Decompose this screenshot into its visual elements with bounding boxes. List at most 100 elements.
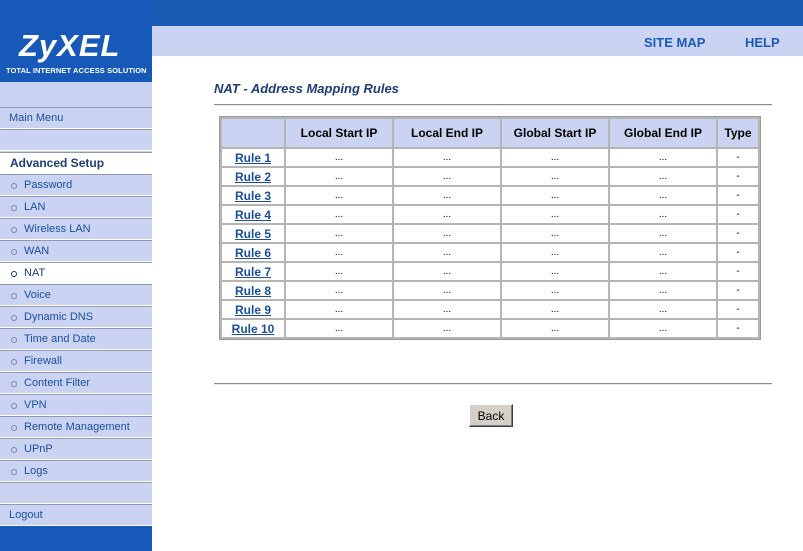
cell-global-end: ...: [610, 149, 716, 166]
rule-link[interactable]: Rule 4: [235, 208, 271, 222]
sidebar-logout-label: Logout: [9, 509, 43, 521]
cell-type: -: [718, 149, 758, 166]
bullet-icon: [11, 447, 17, 453]
sidebar-item-label: WAN: [24, 245, 50, 257]
cell-global-start: ...: [502, 206, 608, 223]
sidebar-item-time-and-date[interactable]: Time and Date: [0, 328, 152, 350]
cell-type: -: [718, 187, 758, 204]
sidebar-section-advanced-setup[interactable]: Advanced Setup: [0, 152, 152, 174]
rule-cell: Rule 4: [222, 206, 284, 223]
rule-link[interactable]: Rule 8: [235, 284, 271, 298]
bullet-icon: [11, 403, 17, 409]
sidebar-item-label: Password: [24, 179, 73, 191]
cell-global-start: ...: [502, 168, 608, 185]
table-row: Rule 3............ -: [222, 187, 758, 204]
cell-global-end: ...: [610, 187, 716, 204]
sidebar-item-remote-management[interactable]: Remote Management: [0, 416, 152, 438]
sidebar-main-menu[interactable]: Main Menu: [0, 107, 152, 129]
rule-link[interactable]: Rule 6: [235, 246, 271, 260]
sidebar-spacer-bottom: [0, 482, 152, 504]
cell-local-start: ...: [286, 244, 392, 261]
sidebar-item-upnp[interactable]: UPnP: [0, 438, 152, 460]
table-row: Rule 2............ -: [222, 168, 758, 185]
divider-top: [214, 104, 772, 106]
sidebar-item-logs[interactable]: Logs: [0, 460, 152, 482]
cell-type: -: [718, 244, 758, 261]
help-link[interactable]: HELP: [745, 35, 780, 50]
cell-global-start: ...: [502, 149, 608, 166]
cell-local-start: ...: [286, 282, 392, 299]
address-mapping-table: Local Start IP Local End IP Global Start…: [219, 116, 761, 340]
bullet-icon: [11, 227, 17, 233]
cell-local-start: ...: [286, 187, 392, 204]
sidebar-item-password[interactable]: Password: [0, 174, 152, 196]
cell-local-end: ...: [394, 187, 500, 204]
cell-global-start: ...: [502, 225, 608, 242]
rule-cell: Rule 1: [222, 149, 284, 166]
bullet-icon: [11, 359, 17, 365]
bullet-icon: [11, 183, 17, 189]
page-title: NAT - Address Mapping Rules: [214, 81, 399, 96]
logo-tagline: TOTAL INTERNET ACCESS SOLUTION: [6, 66, 147, 75]
back-button[interactable]: Back: [469, 404, 513, 427]
cell-local-start: ...: [286, 263, 392, 280]
cell-type: -: [718, 225, 758, 242]
cell-global-end: ...: [610, 282, 716, 299]
cell-local-end: ...: [394, 263, 500, 280]
sidebar-item-content-filter[interactable]: Content Filter: [0, 372, 152, 394]
cell-local-end: ...: [394, 244, 500, 261]
sidebar-item-firewall[interactable]: Firewall: [0, 350, 152, 372]
bullet-icon: [11, 315, 17, 321]
cell-local-end: ...: [394, 149, 500, 166]
cell-type: -: [718, 282, 758, 299]
sidebar-section-title: Advanced Setup: [10, 156, 105, 170]
sidebar-footer: [0, 526, 152, 551]
cell-global-end: ...: [610, 206, 716, 223]
cell-local-start: ...: [286, 168, 392, 185]
divider-bottom: [214, 383, 772, 385]
rule-link[interactable]: Rule 7: [235, 265, 271, 279]
rule-link[interactable]: Rule 10: [232, 322, 275, 336]
sidebar-spacer-top: [0, 129, 152, 151]
cell-local-start: ...: [286, 206, 392, 223]
cell-local-end: ...: [394, 282, 500, 299]
cell-global-start: ...: [502, 301, 608, 318]
sidebar-item-nat[interactable]: NAT: [0, 262, 152, 284]
cell-local-end: ...: [394, 320, 500, 337]
sidebar-item-label: Time and Date: [24, 333, 96, 345]
table-row: Rule 8............ -: [222, 282, 758, 299]
rule-link[interactable]: Rule 3: [235, 189, 271, 203]
rule-link[interactable]: Rule 9: [235, 303, 271, 317]
cell-local-end: ...: [394, 301, 500, 318]
cell-local-start: ...: [286, 301, 392, 318]
sidebar-item-label: NAT: [24, 267, 46, 279]
sidebar-item-label: Firewall: [24, 355, 62, 367]
rule-link[interactable]: Rule 2: [235, 170, 271, 184]
zyxel-logo: ZyXEL TOTAL INTERNET ACCESS SOLUTION: [0, 0, 152, 82]
site-map-link[interactable]: SITE MAP: [644, 35, 705, 50]
sidebar-item-label: Content Filter: [24, 377, 91, 389]
rule-link[interactable]: Rule 5: [235, 227, 271, 241]
cell-global-start: ...: [502, 282, 608, 299]
cell-global-end: ...: [610, 168, 716, 185]
sidebar-item-wan[interactable]: WAN: [0, 240, 152, 262]
bullet-icon: [11, 381, 17, 387]
cell-type: -: [718, 168, 758, 185]
sidebar-item-label: Voice: [24, 289, 51, 301]
sidebar-item-dynamic-dns[interactable]: Dynamic DNS: [0, 306, 152, 328]
cell-global-start: ...: [502, 263, 608, 280]
sidebar-item-label: Logs: [24, 465, 48, 477]
logo-text: ZyXEL: [19, 28, 121, 63]
sidebar-item-lan[interactable]: LAN: [0, 196, 152, 218]
sidebar-logout[interactable]: Logout: [0, 504, 152, 526]
bullet-icon: [11, 293, 17, 299]
col-header-local-end-ip: Local End IP: [394, 119, 500, 147]
rule-link[interactable]: Rule 1: [235, 151, 271, 165]
sidebar-item-wireless-lan[interactable]: Wireless LAN: [0, 218, 152, 240]
sidebar-item-vpn[interactable]: VPN: [0, 394, 152, 416]
sidebar-main-menu-label: Main Menu: [9, 112, 64, 124]
sidebar-item-voice[interactable]: Voice: [0, 284, 152, 306]
bullet-icon: [11, 469, 17, 475]
sidebar-item-label: Dynamic DNS: [24, 311, 94, 323]
cell-global-end: ...: [610, 320, 716, 337]
